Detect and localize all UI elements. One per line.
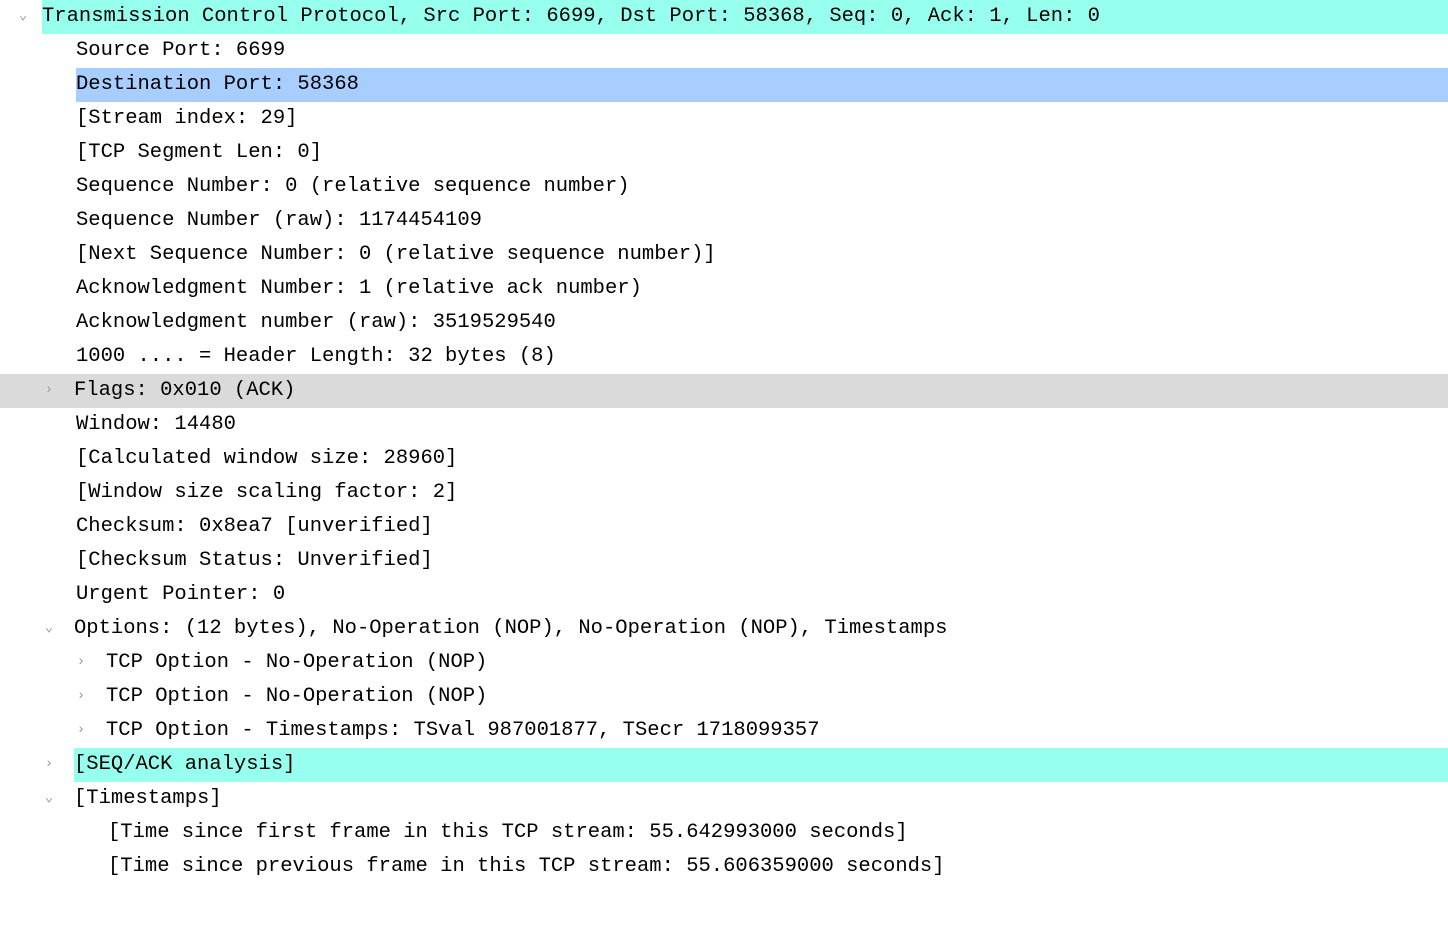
flags-label: Flags: 0x010 (ACK) — [74, 374, 295, 408]
src-port-row[interactable]: · Source Port: 6699 — [0, 34, 1448, 68]
ts-prev-label: [Time since previous frame in this TCP s… — [108, 850, 945, 884]
opt-ts-label: TCP Option - Timestamps: TSval 987001877… — [106, 714, 820, 748]
urgent-row[interactable]: · Urgent Pointer: 0 — [0, 578, 1448, 612]
dst-port-label: Destination Port: 58368 — [76, 68, 359, 102]
options-label: Options: (12 bytes), No-Operation (NOP),… — [74, 612, 947, 646]
ack-num-row[interactable]: · Acknowledgment Number: 1 (relative ack… — [0, 272, 1448, 306]
tcp-header-label: Transmission Control Protocol, Src Port:… — [42, 0, 1100, 34]
chevron-right-icon[interactable]: › — [74, 719, 88, 742]
seq-num-raw-label: Sequence Number (raw): 1174454109 — [76, 204, 482, 238]
next-seq-row[interactable]: · [Next Sequence Number: 0 (relative seq… — [0, 238, 1448, 272]
next-seq-label: [Next Sequence Number: 0 (relative seque… — [76, 238, 716, 272]
chevron-down-icon[interactable]: ⌄ — [16, 5, 30, 28]
win-scale-label: [Window size scaling factor: 2] — [76, 476, 457, 510]
options-row[interactable]: · ⌄ Options: (12 bytes), No-Operation (N… — [0, 612, 1448, 646]
seq-num-label: Sequence Number: 0 (relative sequence nu… — [76, 170, 630, 204]
packet-details-tree: ⌄ Transmission Control Protocol, Src Por… — [0, 0, 1448, 884]
ts-first-row[interactable]: · · [Time since first frame in this TCP … — [0, 816, 1448, 850]
timestamps-label: [Timestamps] — [74, 782, 222, 816]
calc-win-row[interactable]: · [Calculated window size: 28960] — [0, 442, 1448, 476]
window-row[interactable]: · Window: 14480 — [0, 408, 1448, 442]
opt-nop2-label: TCP Option - No-Operation (NOP) — [106, 680, 487, 714]
seqack-row[interactable]: · › [SEQ/ACK analysis] — [0, 748, 1448, 782]
stream-index-row[interactable]: · [Stream index: 29] — [0, 102, 1448, 136]
hdr-len-label: 1000 .... = Header Length: 32 bytes (8) — [76, 340, 556, 374]
src-port-label: Source Port: 6699 — [76, 34, 285, 68]
ack-num-raw-row[interactable]: · Acknowledgment number (raw): 351952954… — [0, 306, 1448, 340]
checksum-label: Checksum: 0x8ea7 [unverified] — [76, 510, 433, 544]
seg-len-row[interactable]: · [TCP Segment Len: 0] — [0, 136, 1448, 170]
ack-num-raw-label: Acknowledgment number (raw): 3519529540 — [76, 306, 556, 340]
checksum-status-row[interactable]: · [Checksum Status: Unverified] — [0, 544, 1448, 578]
dst-port-row[interactable]: · Destination Port: 58368 — [0, 68, 1448, 102]
chevron-right-icon[interactable]: › — [42, 379, 56, 402]
hdr-len-row[interactable]: · 1000 .... = Header Length: 32 bytes (8… — [0, 340, 1448, 374]
opt-nop1-row[interactable]: · · › TCP Option - No-Operation (NOP) — [0, 646, 1448, 680]
tcp-header-row[interactable]: ⌄ Transmission Control Protocol, Src Por… — [0, 0, 1448, 34]
chevron-right-icon[interactable]: › — [74, 651, 88, 674]
urgent-label: Urgent Pointer: 0 — [76, 578, 285, 612]
chevron-right-icon[interactable]: › — [74, 685, 88, 708]
flags-row[interactable]: · › Flags: 0x010 (ACK) — [0, 374, 1448, 408]
checksum-status-label: [Checksum Status: Unverified] — [76, 544, 433, 578]
calc-win-label: [Calculated window size: 28960] — [76, 442, 457, 476]
checksum-row[interactable]: · Checksum: 0x8ea7 [unverified] — [0, 510, 1448, 544]
seq-num-raw-row[interactable]: · Sequence Number (raw): 1174454109 — [0, 204, 1448, 238]
window-label: Window: 14480 — [76, 408, 236, 442]
opt-ts-row[interactable]: · · › TCP Option - Timestamps: TSval 987… — [0, 714, 1448, 748]
ack-num-label: Acknowledgment Number: 1 (relative ack n… — [76, 272, 642, 306]
seq-num-row[interactable]: · Sequence Number: 0 (relative sequence … — [0, 170, 1448, 204]
opt-nop2-row[interactable]: · · › TCP Option - No-Operation (NOP) — [0, 680, 1448, 714]
ts-first-label: [Time since first frame in this TCP stre… — [108, 816, 908, 850]
seg-len-label: [TCP Segment Len: 0] — [76, 136, 322, 170]
timestamps-row[interactable]: · ⌄ [Timestamps] — [0, 782, 1448, 816]
stream-index-label: [Stream index: 29] — [76, 102, 297, 136]
seqack-label: [SEQ/ACK analysis] — [74, 748, 295, 782]
chevron-down-icon[interactable]: ⌄ — [42, 617, 56, 640]
chevron-down-icon[interactable]: ⌄ — [42, 787, 56, 810]
ts-prev-row[interactable]: · · [Time since previous frame in this T… — [0, 850, 1448, 884]
chevron-right-icon[interactable]: › — [42, 753, 56, 776]
win-scale-row[interactable]: · [Window size scaling factor: 2] — [0, 476, 1448, 510]
opt-nop1-label: TCP Option - No-Operation (NOP) — [106, 646, 487, 680]
